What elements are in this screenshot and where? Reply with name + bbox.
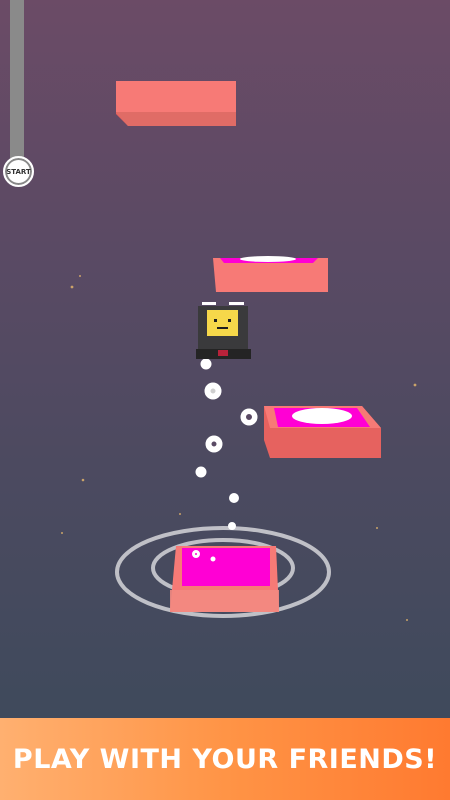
start-label: START (6, 167, 31, 176)
level-progress-track (10, 0, 24, 158)
platform-tile-right (264, 406, 381, 458)
platform-tile-top (116, 81, 236, 126)
promo-banner-text: PLAY WITH YOUR FRIENDS! (12, 743, 438, 775)
player-cube-icon (196, 302, 251, 359)
game-canvas (61, 81, 417, 621)
start-marker-icon: START (3, 156, 34, 187)
platform-tile-landing (170, 546, 279, 612)
promo-banner: PLAY WITH YOUR FRIENDS! (0, 718, 450, 800)
platform-tile-upper-right (213, 256, 328, 292)
game-scene[interactable]: START (0, 0, 450, 718)
